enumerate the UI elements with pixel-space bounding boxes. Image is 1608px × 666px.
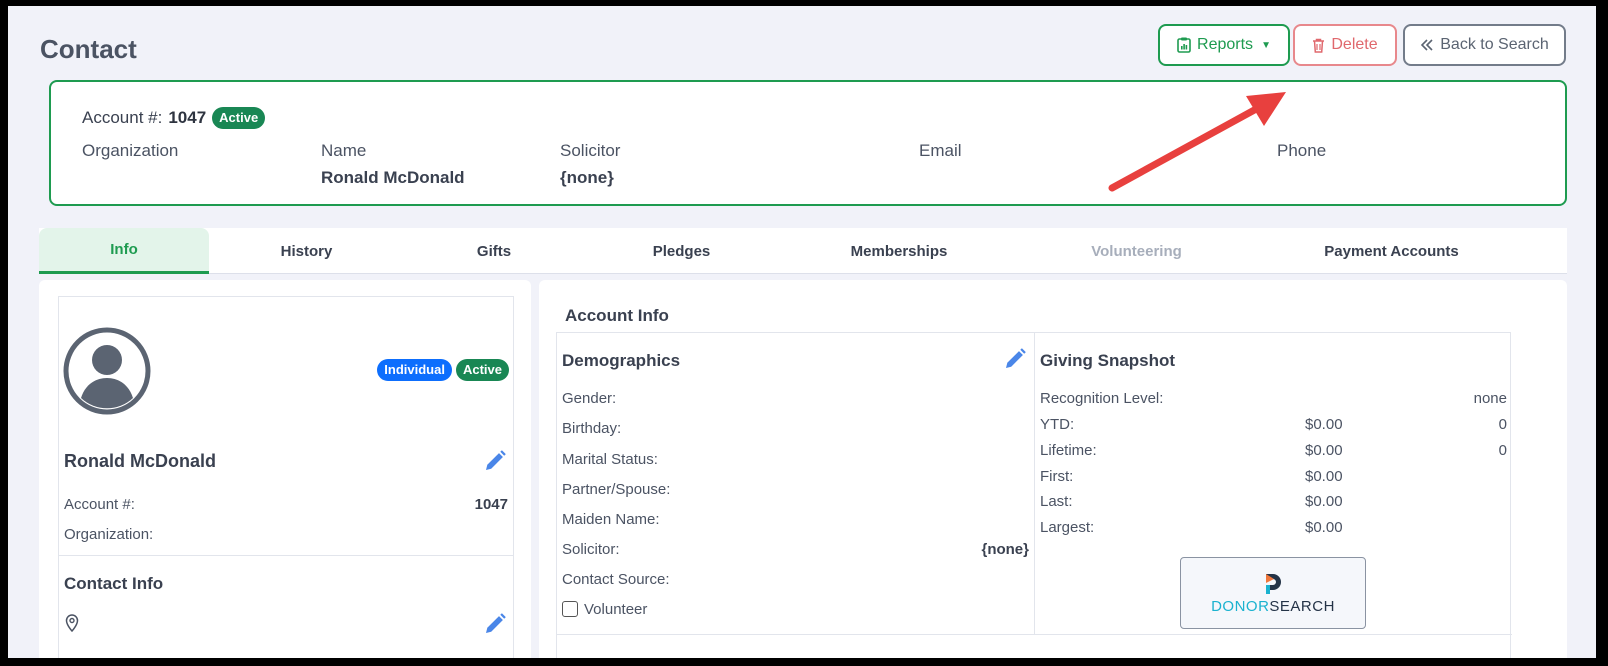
birthday-label: Birthday: <box>562 420 622 437</box>
tab-payment-accounts[interactable]: Payment Accounts <box>1254 228 1529 274</box>
solicitor-label: Solicitor <box>560 141 621 160</box>
tab-volunteering: Volunteering <box>1091 242 1182 260</box>
giving-snapshot-title: Giving Snapshot <box>1040 351 1176 370</box>
largest-gift-label: Largest: <box>1040 519 1095 536</box>
volunteer-checkbox-row[interactable]: Volunteer <box>562 601 647 618</box>
largest-gift-amount: $0.00 <box>1305 519 1343 536</box>
tab-info[interactable]: Info <box>39 228 209 274</box>
recognition-level-value: none <box>1473 390 1507 407</box>
profile-status-badge: Active <box>455 359 509 381</box>
page-title: Contact <box>40 34 137 64</box>
account-info-panel: Account Info Demographics Gender: Birthd… <box>539 280 1567 658</box>
name-value: Ronald McDonald <box>321 168 465 187</box>
contact-type-badge: Individual <box>377 359 452 381</box>
profile-badges: Individual Active <box>377 359 509 381</box>
donorsearch-logo-icon <box>1266 573 1281 594</box>
solicitor-row-label: Solicitor: <box>562 541 620 558</box>
tab-gifts[interactable]: Gifts <box>404 228 584 274</box>
pencil-icon[interactable] <box>483 449 507 473</box>
back-to-search-button[interactable]: Back to Search <box>1403 24 1566 66</box>
first-gift-label: First: <box>1040 468 1074 485</box>
gender-label: Gender: <box>562 390 617 407</box>
maiden-name-label: Maiden Name: <box>562 511 660 528</box>
giving-snapshot-section: Giving Snapshot Recognition Level: none … <box>1035 333 1512 635</box>
reports-button[interactable]: Reports ▼ <box>1158 24 1290 66</box>
pencil-icon[interactable] <box>483 612 507 636</box>
profile-account-label: Account #: <box>64 496 135 513</box>
account-number-label: Account #: <box>82 108 163 127</box>
account-info-grid: Demographics Gender: Birthday: Marital S… <box>556 332 1512 658</box>
clipboard-chart-icon <box>1177 37 1191 53</box>
contact-info-card: Contact Info <box>58 556 514 658</box>
solicitor-value: {none} <box>560 168 614 187</box>
ytd-count: 0 <box>1498 416 1507 433</box>
name-label: Name <box>321 141 367 160</box>
tab-memberships[interactable]: Memberships <box>779 228 1019 274</box>
profile-account-value: 1047 <box>474 496 508 513</box>
profile-organization-label: Organization: <box>64 526 154 543</box>
partner-spouse-label: Partner/Spouse: <box>562 481 671 498</box>
first-gift-amount: $0.00 <box>1305 468 1343 485</box>
organization-label: Organization <box>82 141 179 160</box>
ytd-label: YTD: <box>1040 416 1075 433</box>
profile-panel: Individual Active Ronald McDonald Accoun… <box>39 280 531 658</box>
ytd-amount: $0.00 <box>1305 416 1343 433</box>
recognition-level-label: Recognition Level: <box>1040 390 1164 407</box>
pencil-icon[interactable] <box>1003 347 1027 371</box>
annotation-arrow <box>1108 92 1286 192</box>
account-status-badge: Active <box>212 107 266 129</box>
profile-name: Ronald McDonald <box>64 451 216 471</box>
demographics-title: Demographics <box>562 351 681 370</box>
marital-status-label: Marital Status: <box>562 451 658 468</box>
email-label: Email <box>919 141 962 160</box>
profile-card: Individual Active Ronald McDonald Accoun… <box>58 296 514 556</box>
tab-pledges[interactable]: Pledges <box>584 228 779 274</box>
donorsearch-wordmark: DONORSEARCH <box>1211 597 1335 615</box>
last-gift-amount: $0.00 <box>1305 493 1343 510</box>
double-chevron-left-icon <box>1421 39 1433 51</box>
tab-bar: Info History Gifts Pledges Memberships V… <box>39 228 1567 274</box>
account-info-title: Account Info <box>565 306 669 325</box>
account-summary-card: Account #: 1047 Active Organization Name… <box>49 80 1567 206</box>
account-number-line: Account #: 1047 Active <box>82 107 266 129</box>
volunteer-checkbox[interactable] <box>562 601 578 617</box>
donorsearch-button[interactable]: DONORSEARCH <box>1180 557 1366 629</box>
app-window: Contact Reports ▼ Delete Back to Search … <box>8 6 1596 658</box>
delete-button[interactable]: Delete <box>1293 24 1397 66</box>
contact-source-label: Contact Source: <box>562 571 670 588</box>
lifetime-count: 0 <box>1498 442 1507 459</box>
delete-label: Delete <box>1331 36 1378 53</box>
account-number-value: 1047 <box>168 108 207 127</box>
avatar-icon <box>63 327 151 415</box>
reports-label: Reports <box>1197 36 1254 53</box>
solicitor-row-value: {none} <box>981 541 1029 558</box>
tab-history[interactable]: History <box>209 228 404 274</box>
caret-down-icon: ▼ <box>1261 39 1271 51</box>
volunteer-label: Volunteer <box>584 601 648 618</box>
last-gift-label: Last: <box>1040 493 1073 510</box>
trash-icon <box>1313 38 1325 53</box>
lifetime-label: Lifetime: <box>1040 442 1097 459</box>
contact-info-title: Contact Info <box>64 574 164 593</box>
demographics-section: Demographics Gender: Birthday: Marital S… <box>557 333 1035 635</box>
lifetime-amount: $0.00 <box>1305 442 1343 459</box>
location-pin-icon <box>65 614 79 632</box>
back-label: Back to Search <box>1440 36 1549 53</box>
